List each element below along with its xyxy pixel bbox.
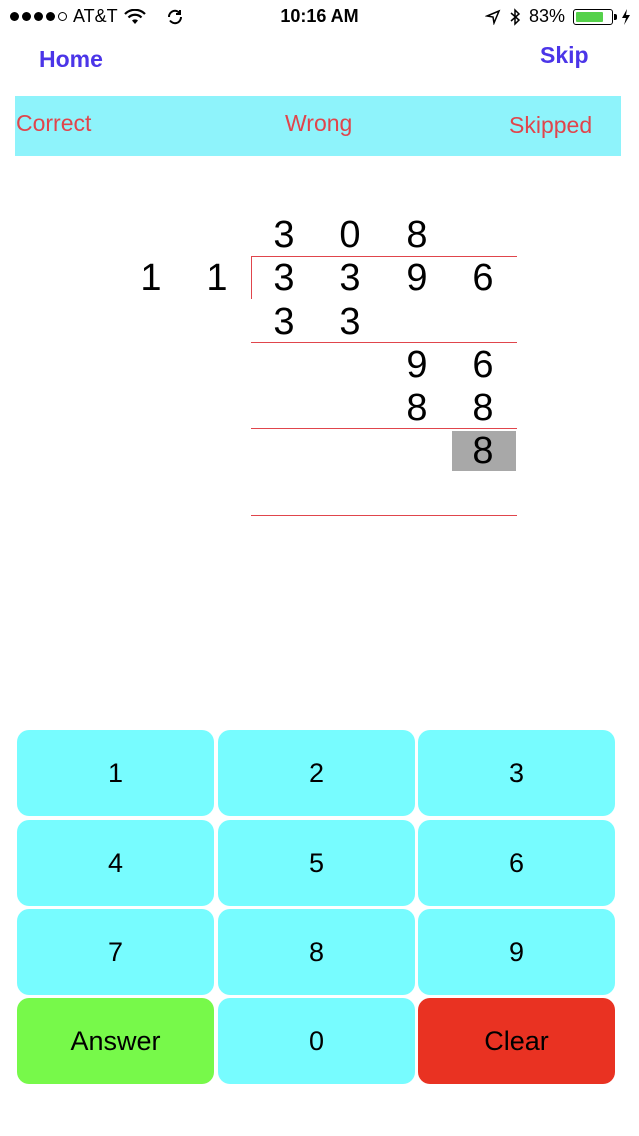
- key-6[interactable]: 6: [418, 820, 615, 906]
- location-arrow-icon: [484, 9, 501, 25]
- status-right: 83%: [484, 6, 631, 27]
- correct-label: Correct: [16, 110, 92, 136]
- quotient-digit: 8: [406, 214, 428, 256]
- charging-bolt-icon: [622, 8, 630, 25]
- subtract-digit: 8: [406, 387, 428, 429]
- wrong-label: Wrong: [285, 110, 353, 136]
- remainder-digit: 8: [472, 430, 494, 472]
- status-bar: AT&T 10:16 AM 83%: [0, 0, 639, 34]
- bringdown-digit: 9: [406, 344, 428, 386]
- dividend-digit: 3: [339, 257, 361, 299]
- skip-button[interactable]: Skip: [540, 42, 589, 69]
- subtract-digit: 3: [273, 301, 295, 343]
- battery-percent: 83%: [528, 6, 565, 26]
- dividend-digit: 9: [406, 257, 428, 299]
- quotient-digit: 3: [273, 214, 295, 256]
- score-bar: Correct Wrong Skipped: [15, 96, 621, 156]
- bluetooth-icon: [510, 7, 521, 26]
- dividend-digit: 6: [472, 257, 494, 299]
- key-0[interactable]: 0: [218, 998, 415, 1084]
- battery-icon: [573, 8, 617, 25]
- bringdown-digit: 6: [472, 344, 494, 386]
- key-5[interactable]: 5: [218, 820, 415, 906]
- key-9[interactable]: 9: [418, 909, 615, 995]
- key-7[interactable]: 7: [17, 909, 214, 995]
- key-3[interactable]: 3: [418, 730, 615, 816]
- answer-button[interactable]: Answer: [17, 998, 214, 1084]
- quotient-digit: 0: [339, 214, 361, 256]
- divisor-digit: 1: [140, 257, 162, 299]
- subtract-digit: 3: [339, 301, 361, 343]
- skipped-label: Skipped: [509, 112, 593, 138]
- divisor-digit: 1: [206, 257, 228, 299]
- key-4[interactable]: 4: [17, 820, 214, 906]
- key-8[interactable]: 8: [218, 909, 415, 995]
- key-2[interactable]: 2: [218, 730, 415, 816]
- clear-button[interactable]: Clear: [418, 998, 615, 1084]
- subtract-digit: 8: [472, 387, 494, 429]
- subtraction-line: [251, 515, 517, 516]
- key-1[interactable]: 1: [17, 730, 214, 816]
- dividend-digit: 3: [273, 257, 295, 299]
- home-button[interactable]: Home: [39, 46, 103, 73]
